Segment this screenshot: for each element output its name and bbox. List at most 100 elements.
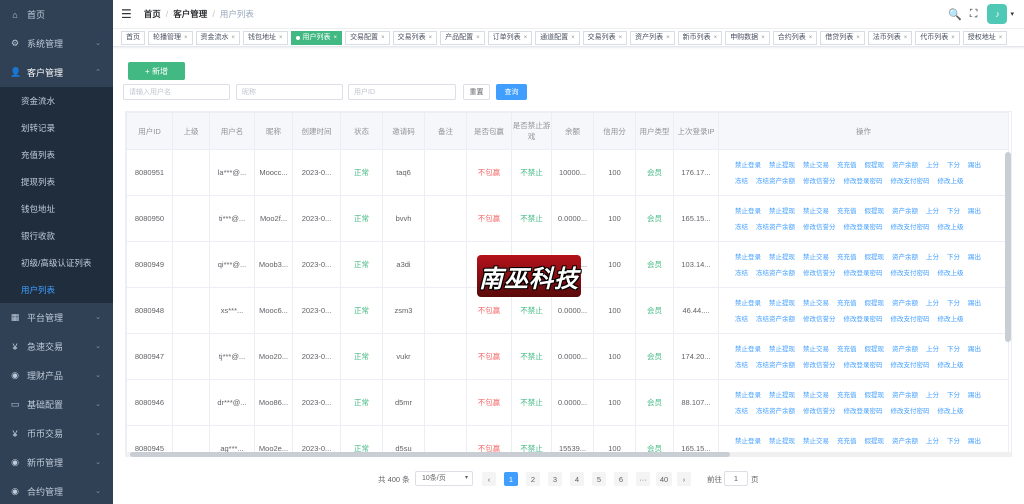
username-input[interactable]: 请输入用户名 bbox=[123, 84, 230, 100]
breadcrumb-customer[interactable]: 客户管理 bbox=[173, 8, 207, 20]
page-size-select[interactable]: 10条/页 ▾ bbox=[415, 471, 473, 486]
action-link[interactable]: 充充值 bbox=[837, 250, 857, 265]
breadcrumb-home[interactable]: 首页 bbox=[144, 8, 161, 20]
close-icon[interactable]: × bbox=[381, 32, 385, 44]
action-link[interactable]: 上分 bbox=[926, 296, 939, 311]
add-button[interactable]: + 新增 bbox=[128, 62, 185, 80]
action-link[interactable]: 修改登录密码 bbox=[844, 404, 883, 419]
action-link[interactable]: 禁止提现 bbox=[769, 204, 795, 219]
hamburger-icon[interactable]: ☰ bbox=[121, 7, 132, 21]
action-link[interactable]: 修改登录密码 bbox=[844, 220, 883, 235]
sidebar-item-bottom_items6[interactable]: ◉ 合约管理 ⌄ bbox=[0, 477, 113, 504]
action-link[interactable]: 下分 bbox=[947, 158, 960, 173]
action-link[interactable]: 冻结资产余额 bbox=[756, 220, 795, 235]
action-link[interactable]: 假提现 bbox=[865, 434, 885, 449]
action-link[interactable]: 禁止提现 bbox=[769, 342, 795, 357]
action-link[interactable]: 禁止交易 bbox=[803, 250, 829, 265]
action-link[interactable]: 修改上级 bbox=[938, 266, 964, 281]
tab-15[interactable]: 借贷列表 × bbox=[820, 30, 865, 45]
horizontal-scrollbar[interactable] bbox=[125, 452, 1012, 457]
action-link[interactable]: 假提现 bbox=[865, 296, 885, 311]
sidebar-item-items2[interactable]: 👤 客户管理 ⌃ bbox=[0, 58, 113, 87]
action-link[interactable]: 禁止登录 bbox=[735, 342, 761, 357]
action-link[interactable]: 修改信誉分 bbox=[803, 174, 836, 189]
tab-5[interactable]: 交易配置 × bbox=[345, 30, 390, 45]
close-icon[interactable]: × bbox=[279, 32, 283, 44]
action-link[interactable]: 踢出 bbox=[968, 342, 981, 357]
action-link[interactable]: 修改支付密码 bbox=[891, 266, 930, 281]
action-link[interactable]: 冻结 bbox=[735, 404, 748, 419]
action-link[interactable]: 上分 bbox=[926, 158, 939, 173]
action-link[interactable]: 下分 bbox=[947, 250, 960, 265]
action-link[interactable]: 上分 bbox=[926, 204, 939, 219]
close-icon[interactable]: × bbox=[524, 32, 528, 44]
sidebar-subitem-5[interactable]: 银行收款 bbox=[0, 222, 113, 249]
next-page-button[interactable]: › bbox=[677, 472, 691, 486]
action-link[interactable]: 冻结 bbox=[735, 266, 748, 281]
action-link[interactable]: 修改支付密码 bbox=[891, 358, 930, 373]
tab-17[interactable]: 代币列表 × bbox=[915, 30, 960, 45]
tab-9[interactable]: 通道配置 × bbox=[535, 30, 580, 45]
tab-12[interactable]: 新币列表 × bbox=[677, 30, 723, 45]
close-icon[interactable]: × bbox=[476, 32, 480, 44]
page-ellipsis[interactable]: ··· bbox=[636, 472, 650, 486]
tab-13[interactable]: 申购数据 × bbox=[725, 30, 770, 45]
action-link[interactable]: 资产余额 bbox=[892, 204, 918, 219]
action-link[interactable]: 禁止交易 bbox=[803, 204, 829, 219]
action-link[interactable]: 假提现 bbox=[865, 158, 885, 173]
tab-8[interactable]: 订单列表 × bbox=[487, 30, 533, 45]
action-link[interactable]: 踢出 bbox=[968, 204, 981, 219]
action-link[interactable]: 禁止登录 bbox=[735, 204, 761, 219]
action-link[interactable]: 充充值 bbox=[837, 296, 857, 311]
search-icon[interactable]: 🔍 bbox=[948, 8, 962, 21]
action-link[interactable]: 充充值 bbox=[837, 158, 857, 173]
action-link[interactable]: 踢出 bbox=[968, 388, 981, 403]
action-link[interactable]: 资产余额 bbox=[892, 250, 918, 265]
action-link[interactable]: 禁止提现 bbox=[769, 296, 795, 311]
page-6[interactable]: 6 bbox=[614, 472, 628, 486]
page-2[interactable]: 2 bbox=[526, 472, 540, 486]
action-link[interactable]: 禁止登录 bbox=[735, 158, 761, 173]
action-link[interactable]: 资产余额 bbox=[892, 388, 918, 403]
sidebar-item-bottom_items0[interactable]: ▦ 平台管理 ⌄ bbox=[0, 303, 113, 332]
nickname-input[interactable]: 昵称 bbox=[236, 84, 343, 100]
action-link[interactable]: 冻结资产余额 bbox=[756, 312, 795, 327]
tab-16[interactable]: 法币列表 × bbox=[867, 30, 913, 45]
action-link[interactable]: 冻结 bbox=[735, 174, 748, 189]
action-link[interactable]: 下分 bbox=[947, 388, 960, 403]
action-link[interactable]: 修改上级 bbox=[938, 358, 964, 373]
action-link[interactable]: 冻结资产余额 bbox=[756, 174, 795, 189]
action-link[interactable]: 资产余额 bbox=[892, 434, 918, 449]
action-link[interactable]: 修改信誉分 bbox=[803, 404, 836, 419]
close-icon[interactable]: × bbox=[571, 32, 575, 44]
close-icon[interactable]: × bbox=[951, 32, 955, 44]
tab-1[interactable]: 轮播管理 × bbox=[148, 30, 193, 45]
close-icon[interactable]: × bbox=[429, 32, 433, 44]
action-link[interactable]: 禁止提现 bbox=[769, 250, 795, 265]
action-link[interactable]: 下分 bbox=[947, 342, 960, 357]
action-link[interactable]: 修改支付密码 bbox=[891, 220, 930, 235]
action-link[interactable]: 修改登录密码 bbox=[844, 174, 883, 189]
action-link[interactable]: 修改上级 bbox=[938, 404, 964, 419]
close-icon[interactable]: × bbox=[761, 32, 765, 44]
action-link[interactable]: 充充值 bbox=[837, 204, 857, 219]
tab-7[interactable]: 产品配置 × bbox=[440, 30, 485, 45]
action-link[interactable]: 禁止提现 bbox=[769, 434, 795, 449]
fullscreen-icon[interactable]: ⛶ bbox=[970, 8, 978, 21]
action-link[interactable]: 修改登录密码 bbox=[844, 266, 883, 281]
action-link[interactable]: 修改支付密码 bbox=[891, 174, 930, 189]
action-link[interactable]: 禁止提现 bbox=[769, 158, 795, 173]
search-button[interactable]: 查询 bbox=[496, 84, 527, 100]
action-link[interactable]: 禁止交易 bbox=[803, 158, 829, 173]
sidebar-item-items0[interactable]: ⌂ 首页 bbox=[0, 0, 113, 29]
action-link[interactable]: 修改信誉分 bbox=[803, 220, 836, 235]
action-link[interactable]: 禁止交易 bbox=[803, 388, 829, 403]
sidebar-item-bottom_items2[interactable]: ◉ 理财产品 ⌄ bbox=[0, 361, 113, 390]
action-link[interactable]: 禁止交易 bbox=[803, 296, 829, 311]
sidebar-item-bottom_items4[interactable]: ¥ 币币交易 ⌄ bbox=[0, 419, 113, 448]
chevron-down-icon[interactable]: ▾ bbox=[1010, 10, 1014, 18]
action-link[interactable]: 充充值 bbox=[837, 434, 857, 449]
page-40[interactable]: 40 bbox=[656, 472, 672, 486]
action-link[interactable]: 资产余额 bbox=[892, 342, 918, 357]
sidebar-item-items1[interactable]: ⚙ 系统管理 ⌄ bbox=[0, 29, 113, 58]
